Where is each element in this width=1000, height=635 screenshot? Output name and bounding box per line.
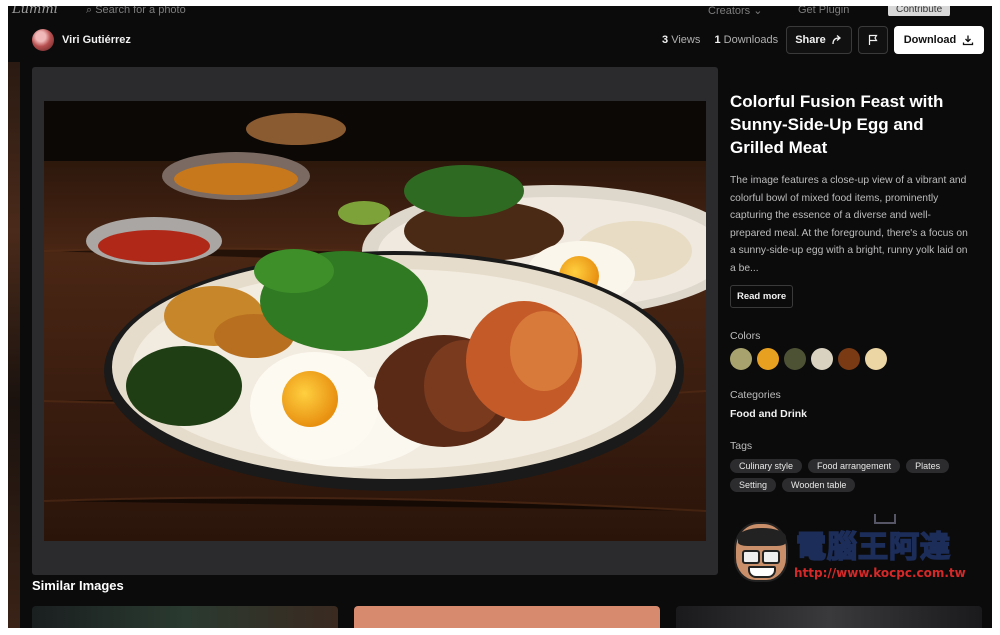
share-label: Share [795, 34, 826, 46]
similar-image-thumbnail[interactable] [676, 606, 982, 628]
color-swatch[interactable] [784, 348, 806, 370]
color-swatch[interactable] [730, 348, 752, 370]
report-button[interactable] [858, 26, 888, 54]
image-title: Colorful Fusion Feast with Sunny-Side-Up… [730, 92, 944, 157]
tag-chip[interactable]: Wooden table [782, 478, 856, 492]
download-icon [963, 35, 974, 46]
color-swatch[interactable] [757, 348, 779, 370]
watermark-logo: 電腦王阿達 http://www.kocpc.com.tw [734, 514, 974, 588]
download-label: Download [903, 34, 957, 46]
downloads-label: Downloads [723, 34, 779, 46]
logo[interactable]: Lummi [12, 6, 58, 16]
main-photo[interactable] [44, 101, 706, 541]
tag-chip[interactable]: Culinary style [730, 459, 803, 473]
mascot-face-icon [734, 522, 788, 582]
author-bar: Viri Gutiérrez 3 Views 1 Downloads Share… [8, 26, 992, 62]
tag-chip[interactable]: Plates [906, 459, 950, 473]
share-icon [832, 35, 841, 45]
similar-image-thumbnail[interactable] [354, 606, 660, 628]
image-details: Colorful Fusion Feast with Sunny-Side-Up… [730, 90, 970, 492]
color-swatch[interactable] [838, 348, 860, 370]
creators-menu[interactable]: Creators ⌄ [708, 6, 762, 16]
similar-images-heading: Similar Images [32, 578, 124, 593]
tag-chip[interactable]: Setting [730, 478, 777, 492]
read-more-button[interactable]: Read more [730, 285, 794, 308]
tag-list: Culinary style Food arrangement Plates S… [730, 459, 970, 492]
creators-label: Creators [708, 6, 751, 16]
search-input[interactable]: ⌕ Search for a photo [86, 6, 186, 16]
previous-image-strip[interactable] [8, 62, 20, 628]
image-viewer [32, 67, 718, 575]
category-link[interactable]: Food and Drink [730, 408, 970, 420]
image-description: The image features a close-up view of a … [730, 175, 968, 274]
views-label: Views [671, 34, 701, 46]
tags-heading: Tags [730, 440, 753, 452]
search-placeholder: Search for a photo [95, 6, 186, 16]
contribute-button[interactable]: Contribute [888, 6, 951, 16]
categories-heading: Categories [730, 389, 781, 401]
image-stats: 3 Views 1 Downloads [662, 34, 778, 46]
flag-icon [868, 34, 878, 45]
avatar[interactable] [32, 29, 54, 51]
views-count: 3 [662, 34, 669, 46]
color-swatches [730, 348, 970, 370]
similar-image-thumbnail[interactable] [32, 606, 338, 628]
tag-chip[interactable]: Food arrangement [808, 459, 901, 473]
chevron-down-icon: ⌄ [753, 6, 763, 16]
watermark-url: http://www.kocpc.com.tw [794, 566, 966, 580]
color-swatch[interactable] [811, 348, 833, 370]
colors-heading: Colors [730, 330, 761, 342]
get-plugin-link[interactable]: Get Plugin [798, 6, 849, 16]
downloads-count: 1 [714, 34, 721, 46]
app-frame: Lummi ⌕ Search for a photo Creators ⌄ Ge… [8, 6, 992, 628]
watermark-text: 電腦王阿達 [795, 529, 951, 566]
share-button[interactable]: Share [786, 26, 852, 54]
author-name[interactable]: Viri Gutiérrez [62, 34, 131, 46]
color-swatch[interactable] [865, 348, 887, 370]
food-photo-illustration [44, 101, 706, 541]
download-button[interactable]: Download [894, 26, 984, 54]
top-navigation: Lummi ⌕ Search for a photo Creators ⌄ Ge… [8, 6, 992, 16]
